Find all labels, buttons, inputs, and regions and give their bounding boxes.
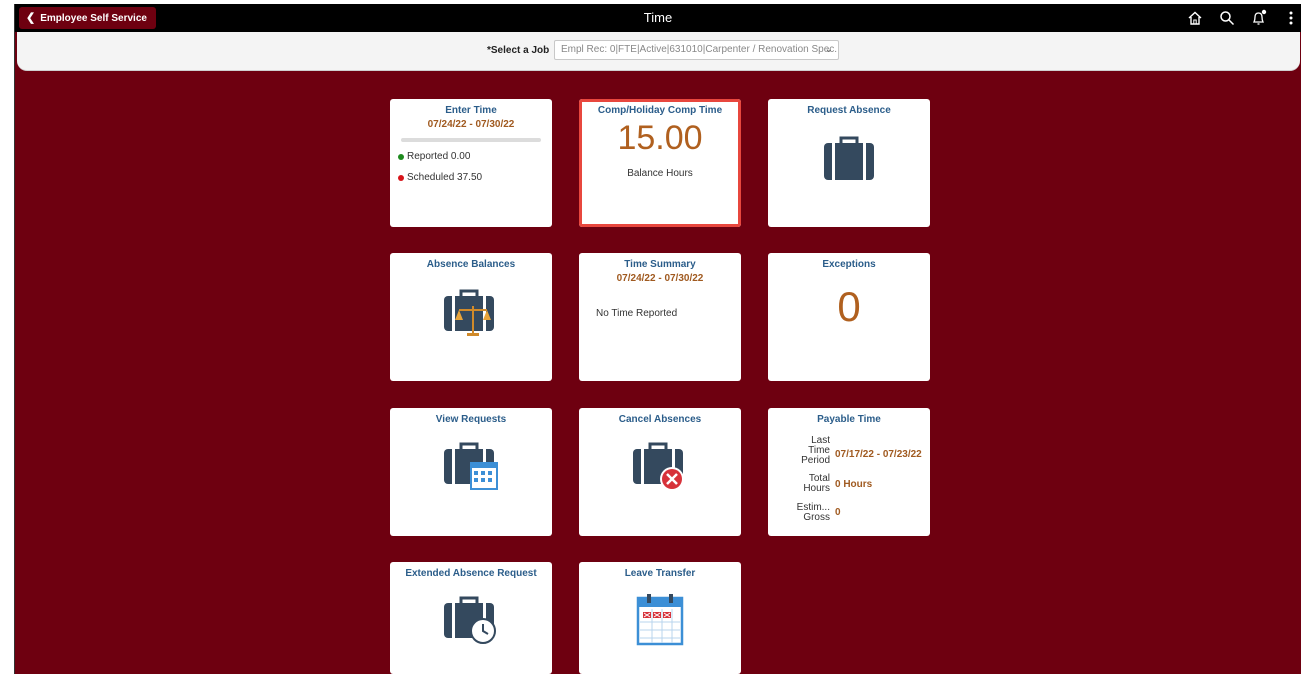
- payable-label-total-hours: Total Hours: [803, 473, 830, 494]
- payable-label-last-period: Last Time Period: [801, 435, 830, 466]
- tile-extended-absence-request[interactable]: Extended Absence Request: [390, 562, 552, 674]
- payable-label-estimated-gross: Estim... Gross: [796, 502, 830, 523]
- tile-period: 07/24/22 - 07/30/22: [427, 119, 515, 130]
- briefcase-cancel-icon: [632, 441, 688, 498]
- tile-view-requests[interactable]: View Requests: [390, 408, 552, 536]
- tile-cancel-absences[interactable]: Cancel Absences: [579, 408, 741, 536]
- tile-title: Comp/Holiday Comp Time: [597, 105, 723, 116]
- search-icon[interactable]: [1217, 8, 1237, 28]
- tile-payable-time[interactable]: Payable Time Last Time Period 07/17/22 -…: [768, 408, 930, 536]
- tile-title: Request Absence: [807, 105, 891, 116]
- exceptions-count: 0: [837, 283, 861, 330]
- calendar-icon: [635, 592, 685, 651]
- briefcase-icon: [823, 135, 875, 186]
- legend-scheduled: Scheduled 37.50: [398, 172, 482, 183]
- job-selector-bar: *Select a Job Empl Rec: 0|FTE|Active|631…: [17, 32, 1300, 71]
- tile-title: Exceptions: [822, 259, 876, 270]
- page-title: Time: [643, 10, 673, 25]
- tile-title: Extended Absence Request: [405, 568, 537, 579]
- home-icon[interactable]: [1185, 8, 1205, 28]
- more-icon[interactable]: [1281, 8, 1301, 28]
- tile-exceptions[interactable]: Exceptions 0: [768, 253, 930, 381]
- payable-value-estimated-gross: 0: [835, 507, 841, 518]
- tile-title: Cancel Absences: [618, 414, 702, 425]
- tile-enter-time[interactable]: Enter Time 07/24/22 - 07/30/22 Reported …: [390, 99, 552, 227]
- balance-caption: Balance Hours: [627, 168, 693, 179]
- tile-absence-balances[interactable]: Absence Balances: [390, 253, 552, 381]
- time-progress-bar: [401, 138, 541, 142]
- reported-dot-icon: [398, 153, 404, 160]
- payable-value-last-period: 07/17/22 - 07/23/22: [835, 449, 922, 460]
- tile-title: Absence Balances: [426, 259, 516, 270]
- briefcase-scale-icon: [443, 288, 499, 343]
- job-select-value: Empl Rec: 0|FTE|Active|631010|Carpenter …: [561, 44, 838, 55]
- top-bar: ❮ Employee Self Service Time: [15, 4, 1301, 32]
- balance-value: 15.00: [617, 119, 703, 157]
- scheduled-dot-icon: [398, 174, 404, 181]
- time-summary-message: No Time Reported: [596, 308, 678, 319]
- tile-request-absence[interactable]: Request Absence: [768, 99, 930, 227]
- scheduled-text: Scheduled 37.50: [407, 172, 483, 183]
- legend-reported: Reported 0.00: [398, 151, 470, 162]
- tile-time-summary[interactable]: Time Summary 07/24/22 - 07/30/22 No Time…: [579, 253, 741, 381]
- header-actions: [1185, 8, 1301, 28]
- tile-period: 07/24/22 - 07/30/22: [616, 273, 704, 284]
- payable-value-total-hours: 0 Hours: [835, 479, 873, 490]
- tile-title: Enter Time: [445, 105, 497, 116]
- reported-text: Reported 0.00: [407, 151, 471, 162]
- briefcase-clock-icon: [443, 595, 499, 650]
- chevron-down-icon: ⌄: [824, 44, 833, 55]
- tile-title: View Requests: [435, 414, 507, 425]
- job-select[interactable]: Empl Rec: 0|FTE|Active|631010|Carpenter …: [554, 40, 839, 60]
- tile-leave-transfer[interactable]: Leave Transfer: [579, 562, 741, 674]
- briefcase-calendar-icon: [443, 441, 499, 496]
- notification-icon[interactable]: [1249, 8, 1269, 28]
- tile-title: Time Summary: [624, 259, 696, 270]
- tile-comp-time[interactable]: Comp/Holiday Comp Time 15.00 Balance Hou…: [579, 99, 741, 227]
- tile-title: Payable Time: [817, 414, 881, 425]
- job-select-label: *Select a Job: [487, 45, 550, 56]
- app-frame: ❮ Employee Self Service Time *Select a J…: [14, 4, 1301, 674]
- tile-title: Leave Transfer: [624, 568, 696, 579]
